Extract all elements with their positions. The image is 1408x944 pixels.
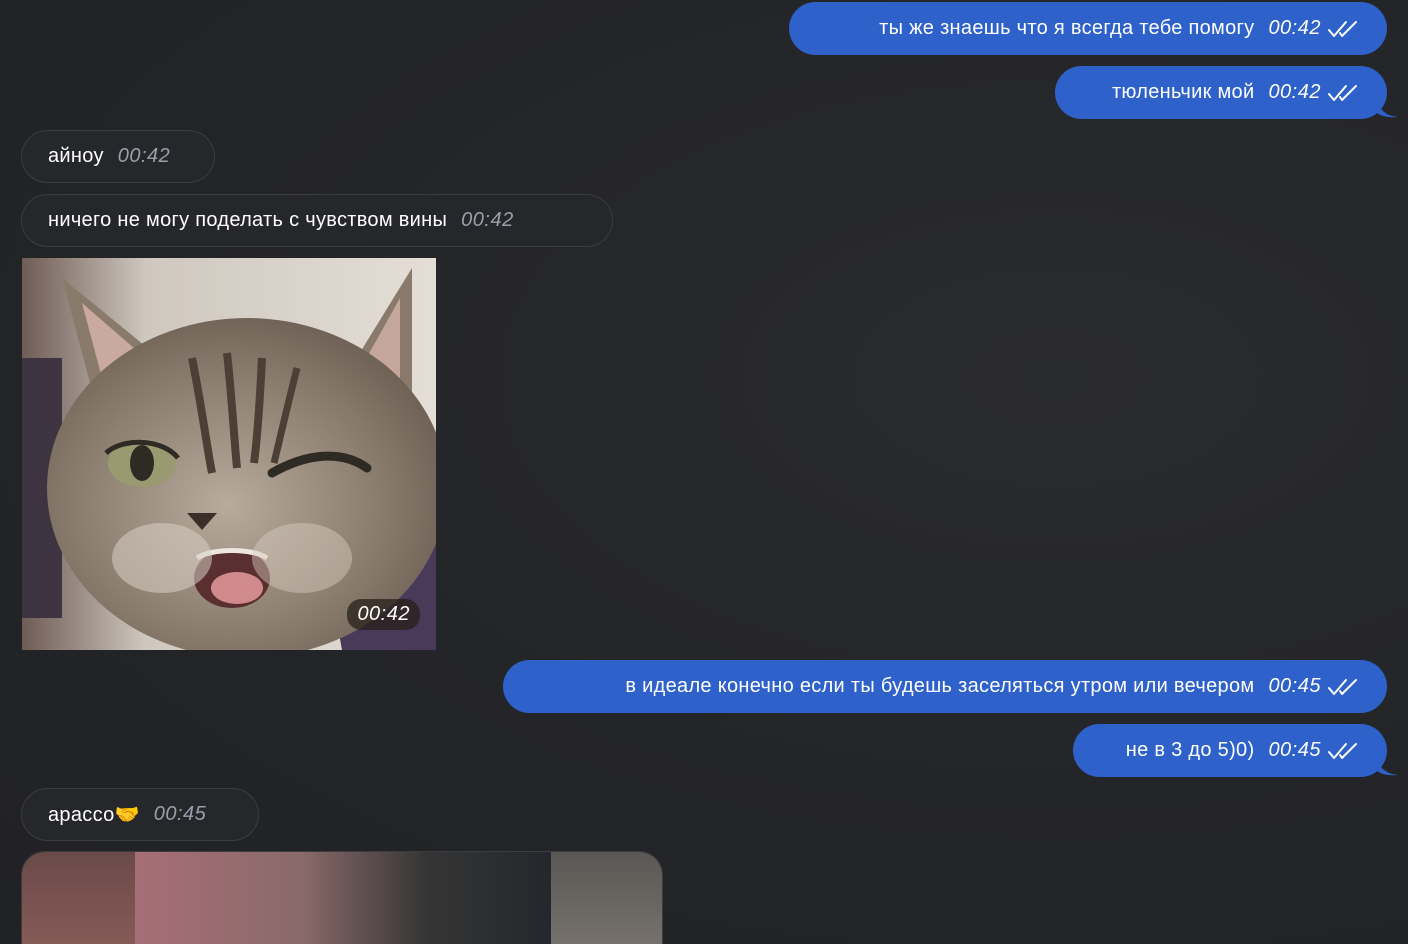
media-panel (551, 852, 662, 944)
media-panel (135, 852, 551, 944)
message-time: 00:42 (347, 599, 420, 630)
outgoing-message[interactable]: тюленьчик мой 00:42 (1055, 66, 1387, 119)
message-time: 00:42 (1268, 81, 1321, 103)
message-time: 00:45 (1268, 675, 1321, 697)
message-text: ничего не могу поделать с чувством вины (48, 209, 448, 231)
winking-kitten-sticker[interactable]: 00:42 (22, 258, 436, 650)
incoming-message[interactable]: айноу 00:42 (21, 130, 215, 183)
media-panel (22, 852, 135, 944)
message-text: тюленьчик мой (1111, 81, 1255, 103)
incoming-message[interactable]: арассо🤝 00:45 (21, 788, 259, 841)
bubble-tail (1376, 758, 1398, 776)
kitten-image (22, 258, 436, 650)
double-check-icon (1327, 19, 1361, 39)
message-time: 00:45 (1268, 739, 1321, 761)
outgoing-message[interactable]: ты же знаешь что я всегда тебе помогу 00… (789, 2, 1387, 55)
message-text: ты же знаешь что я всегда тебе помогу (879, 17, 1255, 39)
outgoing-message[interactable]: в идеале конечно если ты будешь заселять… (503, 660, 1387, 713)
double-check-icon (1327, 741, 1361, 761)
message-text: арассо🤝 (48, 804, 140, 826)
chat-history[interactable]: ты же знаешь что я всегда тебе помогу 00… (0, 0, 1408, 944)
message-time: 00:42 (1268, 17, 1321, 39)
message-text: в идеале конечно если ты будешь заселять… (625, 675, 1255, 697)
message-text: не в 3 до 5)0) (1125, 739, 1255, 761)
message-time: 00:42 (461, 209, 514, 231)
message-time: 00:42 (117, 145, 171, 167)
message-text: айноу (48, 145, 104, 167)
bubble-tail (1376, 100, 1398, 118)
message-time: 00:45 (153, 803, 207, 825)
outgoing-message[interactable]: не в 3 до 5)0) 00:45 (1073, 724, 1387, 777)
blurred-photo[interactable] (21, 851, 663, 944)
incoming-message[interactable]: ничего не могу поделать с чувством вины … (21, 194, 613, 247)
double-check-icon (1327, 677, 1361, 697)
double-check-icon (1327, 83, 1361, 103)
